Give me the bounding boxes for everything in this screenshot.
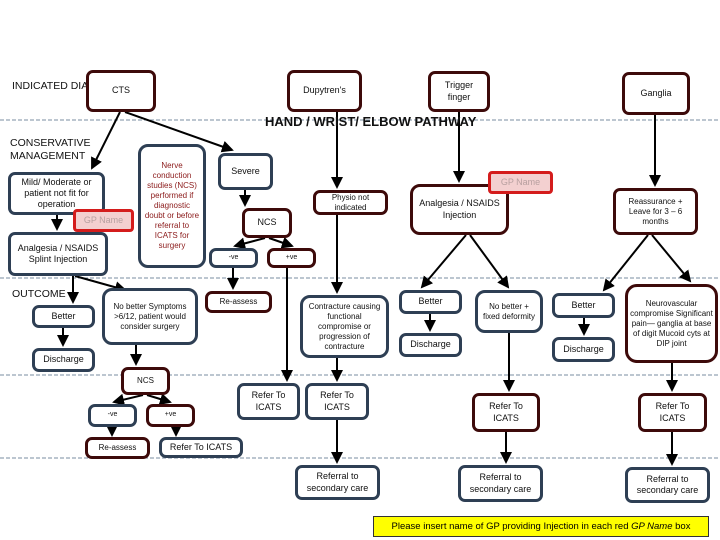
gp-name-box-cts[interactable]: GP Name <box>73 209 134 232</box>
trigger-no-better: No better + fixed deformity <box>475 290 543 333</box>
diagnosis-dupuytren: Dupytren's <box>287 70 362 112</box>
dupuytren-contracture: Contracture causing functional compromis… <box>300 295 389 358</box>
dupuytren-refer-icats: Refer To ICATS <box>305 383 369 420</box>
cts-reassess: Re-assess <box>205 291 272 313</box>
cts-reassess-2: Re-assess <box>85 437 150 459</box>
note-text-end: box <box>672 521 691 532</box>
diagnosis-ganglia: Ganglia <box>622 72 690 115</box>
instruction-note: Please insert name of GP providing Injec… <box>373 516 709 537</box>
note-text: Please insert name of GP providing Injec… <box>391 521 632 532</box>
cts-ncs2-positive: +ve <box>146 404 195 427</box>
ganglia-discharge: Discharge <box>552 337 615 362</box>
trigger-refer-icats: Refer To ICATS <box>472 393 540 432</box>
cts-ncs-2: NCS <box>121 367 170 395</box>
note-emphasis: GP Name <box>631 521 673 532</box>
ganglia-better: Better <box>552 293 615 318</box>
cts-no-better: No better Symptoms >6/12, patient would … <box>102 288 198 345</box>
trigger-better: Better <box>399 290 462 314</box>
diagnosis-cts: CTS <box>86 70 156 112</box>
dupuytren-referral-secondary: Referral to secondary care <box>295 465 380 500</box>
cts-discharge: Discharge <box>32 348 95 372</box>
ganglia-treatment: Reassurance + Leave for 3 – 6 months <box>613 188 698 235</box>
trigger-referral-secondary: Referral to secondary care <box>458 465 543 502</box>
cts-ncs: NCS <box>242 208 292 238</box>
label-conservative-management: CONSERVATIVE MANAGEMENT <box>10 137 91 163</box>
ganglia-neurovascular: Neurovascular compromise Significant pai… <box>625 284 718 363</box>
ncs-note: Nerve conduction studies (NCS) performed… <box>138 144 206 268</box>
trigger-discharge: Discharge <box>399 333 462 357</box>
diagnosis-trigger-finger: Trigger finger <box>428 71 490 112</box>
page-title: HAND / WRIST/ ELBOW PATHWAY <box>265 114 477 129</box>
cts-ncs-positive: +ve <box>267 248 316 268</box>
cts-ncs2-negative: -ve <box>88 404 137 427</box>
cts-severe: Severe <box>218 153 273 190</box>
ganglia-refer-icats: Refer To ICATS <box>638 393 707 432</box>
cts-refer-icats-2: Refer To ICATS <box>159 437 243 458</box>
cts-better: Better <box>32 305 95 328</box>
gp-name-box-trigger[interactable]: GP Name <box>488 171 553 194</box>
cts-conservative-treatment: Analgesia / NSAIDS Splint Injection <box>8 232 108 276</box>
ganglia-referral-secondary: Referral to secondary care <box>625 467 710 503</box>
cts-ncs-negative: -ve <box>209 248 258 268</box>
dupuytren-physio: Physio not indicated <box>313 190 388 215</box>
cts-refer-icats: Refer To ICATS <box>237 383 300 420</box>
label-outcome: OUTCOME <box>12 288 66 300</box>
